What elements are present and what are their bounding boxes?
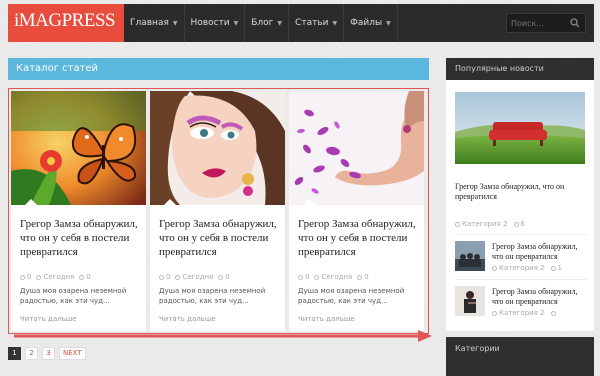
article-excerpt: Душа моя озарена неземной радостью, как … bbox=[298, 287, 405, 305]
read-more-link[interactable]: Читать дальше bbox=[159, 315, 216, 323]
search-box bbox=[506, 13, 586, 33]
article-excerpt: Душа моя озарена неземной радостью, как … bbox=[159, 287, 266, 305]
article-image-petals[interactable] bbox=[289, 91, 424, 205]
comment-icon bbox=[20, 274, 25, 280]
chevron-down-icon: ▼ bbox=[332, 19, 338, 27]
article-meta: 0 Сегодня 0 bbox=[20, 273, 96, 281]
article-image-butterfly[interactable] bbox=[11, 91, 146, 205]
nav-item-files[interactable]: Файлы ▼ bbox=[344, 4, 398, 42]
comments-count: 0 bbox=[298, 273, 309, 281]
news-item-meta: Категория 2 1 bbox=[492, 264, 562, 272]
news-item-title[interactable]: Грегор Замза обнаружил, что он превратил… bbox=[492, 242, 590, 262]
read-more-link[interactable]: Читать дальше bbox=[298, 315, 355, 323]
catalog-title: Каталог статей bbox=[8, 58, 429, 80]
news-thumb-musician[interactable] bbox=[455, 286, 485, 316]
eye-icon bbox=[79, 274, 85, 280]
nav-item-label: Статьи bbox=[295, 18, 329, 28]
folder-icon bbox=[492, 265, 497, 271]
news-thumb-crowd[interactable] bbox=[455, 241, 485, 271]
views-count: 0 bbox=[79, 273, 91, 281]
article-excerpt: Душа моя озарена неземной радостью, как … bbox=[20, 287, 127, 305]
next-page-button[interactable]: NEXT bbox=[59, 347, 86, 360]
nav-item-articles[interactable]: Статьи ▼ bbox=[289, 4, 345, 42]
scroll-arrow-icon bbox=[14, 330, 432, 342]
card-notch bbox=[303, 199, 315, 205]
news-item-title[interactable]: Грегор Замза обнаружил, что он превратил… bbox=[492, 287, 590, 307]
eye-icon bbox=[357, 274, 363, 280]
nav-item-label: Главная bbox=[130, 18, 169, 28]
article-image-woman[interactable] bbox=[150, 91, 285, 205]
chevron-down-icon: ▼ bbox=[277, 19, 283, 27]
card-notch bbox=[164, 199, 176, 205]
chevron-down-icon: ▼ bbox=[233, 19, 239, 27]
article-title[interactable]: Грегор Замза обнаружил, что он у себя в … bbox=[298, 217, 418, 259]
widget-title: Популярные новости bbox=[446, 58, 594, 80]
article-cards: Грегор Замза обнаружил, что он у себя в … bbox=[8, 88, 429, 334]
article-card[interactable]: Грегор Замза обнаружил, что он у себя в … bbox=[11, 91, 146, 331]
views-count: 0 bbox=[357, 273, 369, 281]
page-3[interactable]: 3 bbox=[42, 347, 55, 360]
nav-item-label: Блог bbox=[251, 18, 274, 28]
popular-news-widget: Популярные новости Грегор Замза обнаружи… bbox=[446, 58, 594, 331]
comment-icon bbox=[298, 274, 303, 280]
clock-icon bbox=[314, 274, 320, 280]
search-icon[interactable] bbox=[570, 18, 580, 28]
logo-text: iMAGPRESS bbox=[14, 10, 116, 31]
widget-title: Категории bbox=[455, 344, 500, 353]
news-item-meta: Категория 2 bbox=[492, 309, 558, 317]
divider bbox=[455, 279, 587, 280]
chevron-down-icon: ▼ bbox=[386, 19, 391, 27]
page-1[interactable]: 1 bbox=[8, 347, 21, 360]
search-input[interactable] bbox=[507, 14, 569, 32]
article-title[interactable]: Грегор Замза обнаружил, что он у себя в … bbox=[159, 217, 279, 259]
article-meta: 0 Сегодня 0 bbox=[159, 273, 235, 281]
article-date: Сегодня bbox=[175, 273, 213, 281]
nav-item-news[interactable]: Новости ▼ bbox=[185, 4, 246, 42]
nav-item-blog[interactable]: Блог ▼ bbox=[245, 4, 290, 42]
comment-icon bbox=[550, 265, 556, 271]
read-more-link[interactable]: Читать дальше bbox=[20, 315, 77, 323]
clock-icon bbox=[175, 274, 181, 280]
top-navbar: iMAGPRESS Главная ▼ Новости ▼ Блог ▼ Статьи… bbox=[8, 4, 594, 42]
main-nav: Главная ▼ Новости ▼ Блог ▼ Статьи ▼ Файлы ▼ bbox=[124, 4, 398, 42]
page-2[interactable]: 2 bbox=[25, 347, 38, 360]
article-card[interactable]: Грегор Замза обнаружил, что он у себя в … bbox=[150, 91, 285, 331]
comment-icon bbox=[513, 221, 519, 227]
categories-widget: Категории bbox=[446, 337, 594, 376]
comment-icon bbox=[550, 310, 556, 316]
clock-icon bbox=[36, 274, 42, 280]
featured-image-sofa[interactable] bbox=[455, 92, 585, 164]
comment-icon bbox=[159, 274, 164, 280]
comments-count: 0 bbox=[20, 273, 31, 281]
comments-count: 0 bbox=[159, 273, 170, 281]
featured-news-meta: Категория 2 6 bbox=[455, 220, 525, 228]
card-notch bbox=[25, 199, 37, 205]
nav-item-label: Файлы bbox=[350, 18, 383, 28]
article-title[interactable]: Грегор Замза обнаружил, что он у себя в … bbox=[20, 217, 140, 259]
eye-icon bbox=[218, 274, 224, 280]
divider bbox=[455, 234, 587, 235]
views-count: 0 bbox=[218, 273, 230, 281]
nav-item-label: Новости bbox=[190, 18, 230, 28]
article-meta: 0 Сегодня 0 bbox=[298, 273, 374, 281]
site-logo[interactable]: iMAGPRESS bbox=[8, 4, 124, 42]
article-date: Сегодня bbox=[314, 273, 352, 281]
nav-item-home[interactable]: Главная ▼ bbox=[124, 4, 185, 42]
article-card[interactable]: Грегор Замза обнаружил, что он у себя в … bbox=[289, 91, 424, 331]
chevron-down-icon: ▼ bbox=[172, 19, 178, 27]
folder-icon bbox=[492, 310, 497, 316]
folder-icon bbox=[455, 221, 460, 227]
article-date: Сегодня bbox=[36, 273, 74, 281]
featured-news-title[interactable]: Грегор Замза обнаружил, что он превратил… bbox=[455, 182, 589, 202]
pagination: 1 2 3 NEXT bbox=[8, 347, 90, 360]
